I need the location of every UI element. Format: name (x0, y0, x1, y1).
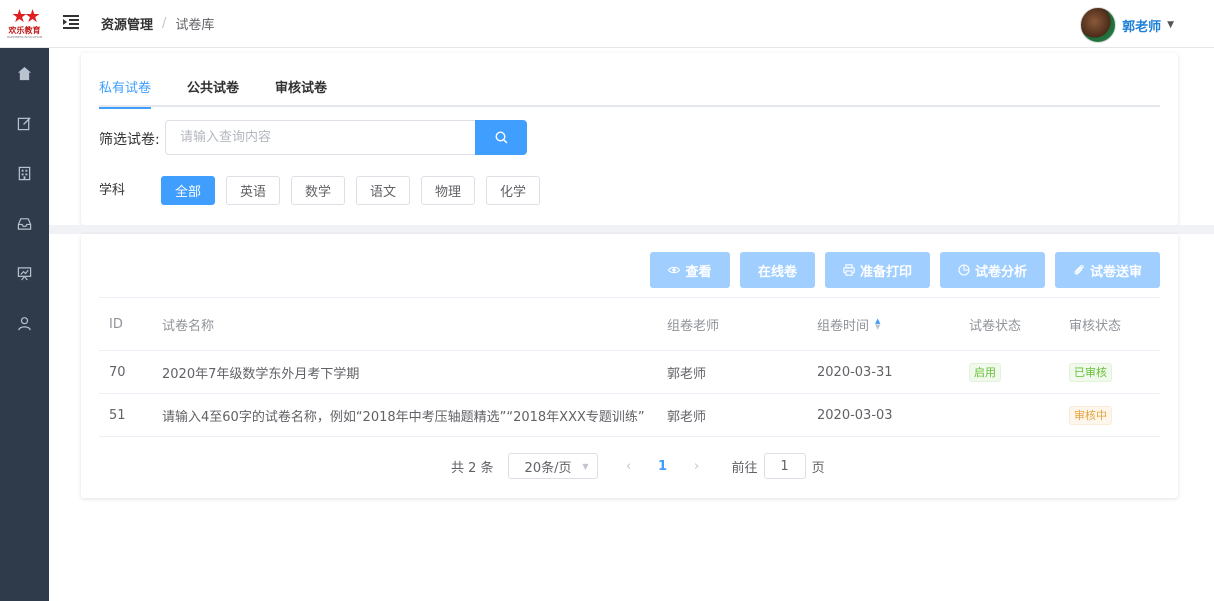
edit-icon (17, 116, 31, 130)
presentation-icon (17, 266, 32, 280)
logo-mark-icon: ★★ (11, 6, 40, 27)
submit-review-button[interactable]: 试卷送审 (1055, 252, 1160, 288)
sidebar-item-edit[interactable] (0, 98, 49, 148)
next-page-button[interactable]: › (682, 459, 712, 474)
sidebar-item-user[interactable] (0, 298, 49, 348)
column-header-id: ID (109, 316, 123, 332)
page-size-value: 20条/页 (524, 460, 572, 476)
chevron-down-icon: ▼ (582, 461, 589, 471)
online-exam-button-label: 在线卷 (757, 264, 797, 280)
goto-page-input[interactable] (763, 453, 806, 479)
top-bar: ★★ 欢乐教育 HAPPINESS EDUCATION 资源管理 / 试卷库 郭… (0, 0, 1214, 48)
column-header-teacher: 组卷老师 (667, 318, 720, 334)
page-size-select[interactable]: 20条/页 ▼ (507, 453, 598, 479)
user-menu[interactable]: 郭老师 ▼ (1080, 7, 1174, 43)
home-icon (17, 66, 32, 80)
print-button[interactable]: 准备打印 (825, 252, 930, 288)
row-review: 已审核 (1069, 351, 1112, 393)
building-icon (18, 166, 31, 180)
logo[interactable]: ★★ 欢乐教育 HAPPINESS EDUCATION (0, 0, 49, 48)
subject-chip-english[interactable]: 英语 (226, 176, 280, 205)
column-header-name: 试卷名称 (162, 318, 215, 334)
goto-label: 前往 (731, 460, 758, 476)
row-time: 2020-03-31 (817, 364, 893, 380)
table-header-row: ID 试卷名称 组卷老师 组卷时间 ▲ ▼ 试卷状态 审核状态 (99, 297, 1160, 351)
row-review: 审核中 (1069, 394, 1112, 436)
pie-chart-icon (958, 264, 970, 276)
tab-private-exams[interactable]: 私有试卷 (99, 81, 152, 109)
view-button-label: 查看 (685, 264, 712, 280)
row-status: 启用 (969, 351, 1001, 393)
sort-icon[interactable]: ▲ ▼ (875, 318, 880, 331)
sidebar-item-building[interactable] (0, 148, 49, 198)
page-number-button[interactable]: 1 (648, 459, 678, 474)
row-teacher: 郭老师 (667, 366, 707, 382)
table-row[interactable]: 70 2020年7年级数学东外月考下学期 郭老师 2020-03-31 启用 已… (99, 351, 1160, 394)
exam-table: ID 试卷名称 组卷老师 组卷时间 ▲ ▼ 试卷状态 审核状态 70 2020年7… (99, 297, 1160, 437)
row-id: 70 (109, 364, 126, 380)
column-header-status: 试卷状态 (969, 318, 1022, 334)
user-name[interactable]: 郭老师 (1122, 16, 1161, 35)
subject-chip-chemistry[interactable]: 化学 (486, 176, 540, 205)
pagination-total: 共 2 条 (451, 460, 494, 476)
logo-text: 欢乐教育 (8, 26, 41, 35)
logo-subtext: HAPPINESS EDUCATION (6, 35, 43, 39)
status-badge: 启用 (969, 362, 1001, 382)
subject-chip-math[interactable]: 数学 (291, 176, 345, 205)
menu-toggle-icon[interactable] (63, 14, 83, 34)
filter-card: 私有试卷 公共试卷 审核试卷 筛选试卷: 学科 全部 英语 数学 语文 物理 化… (81, 53, 1178, 225)
table-row[interactable]: 51 请输入4至60字的试卷名称，例如“2018年中考压轴题精选”“2018年X… (99, 394, 1160, 437)
review-badge: 已审核 (1069, 362, 1112, 382)
subject-chip-all[interactable]: 全部 (161, 176, 215, 205)
content-gap (49, 225, 1214, 234)
caret-down-icon[interactable]: ▼ (1167, 20, 1174, 30)
online-exam-button[interactable]: 在线卷 (740, 252, 815, 288)
exam-analysis-button-label: 试卷分析 (974, 264, 1027, 280)
sidebar-item-presentation[interactable] (0, 248, 49, 298)
column-header-time[interactable]: 组卷时间 ▲ ▼ (817, 298, 880, 350)
subject-chip-physics[interactable]: 物理 (421, 176, 475, 205)
printer-icon (843, 264, 855, 276)
subject-label: 学科 (99, 183, 126, 198)
submit-review-button-label: 试卷送审 (1089, 264, 1142, 280)
review-badge: 审核中 (1069, 405, 1112, 425)
pagination: 共 2 条 20条/页 ▼ ‹ 1 › 前往 页 (451, 453, 825, 479)
exam-analysis-button[interactable]: 试卷分析 (940, 252, 1045, 288)
exam-tabs: 私有试卷 公共试卷 审核试卷 (99, 81, 1160, 109)
row-teacher: 郭老师 (667, 409, 707, 425)
column-header-review: 审核状态 (1069, 318, 1122, 334)
eye-icon (668, 266, 681, 274)
inbox-icon (17, 217, 32, 230)
row-id: 51 (109, 407, 126, 423)
search-icon (494, 131, 507, 144)
breadcrumb-separator: / (162, 16, 167, 31)
tab-public-exams[interactable]: 公共试卷 (187, 81, 239, 107)
row-time: 2020-03-03 (817, 407, 893, 423)
page-unit-label: 页 (811, 460, 825, 476)
row-name: 2020年7年级数学东外月考下学期 (162, 366, 360, 382)
avatar[interactable] (1080, 7, 1117, 43)
sidebar-item-inbox[interactable] (0, 198, 49, 248)
search-button[interactable] (475, 120, 527, 155)
breadcrumb-item-exam-library: 试卷库 (175, 18, 215, 33)
exam-table-card: 查看 在线卷 准备打印 试卷分析 试卷送审 ID 试卷名称 组卷老师 组卷时间 … (81, 234, 1178, 498)
print-button-label: 准备打印 (859, 264, 912, 280)
search-input[interactable] (165, 120, 476, 155)
sidebar-item-home[interactable] (0, 48, 49, 98)
sidebar (0, 48, 49, 601)
breadcrumb-item-resources[interactable]: 资源管理 (101, 14, 153, 33)
prev-page-button[interactable]: ‹ (614, 459, 644, 474)
subject-chip-chinese[interactable]: 语文 (356, 176, 410, 205)
user-icon (18, 316, 31, 330)
view-button[interactable]: 查看 (650, 252, 730, 288)
paperclip-icon (1074, 264, 1084, 275)
tab-review-exams[interactable]: 审核试卷 (275, 81, 327, 107)
column-header-time-label: 组卷时间 (817, 318, 870, 334)
filter-label: 筛选试卷: (99, 132, 160, 148)
row-name: 请输入4至60字的试卷名称，例如“2018年中考压轴题精选”“2018年XXX专… (162, 409, 645, 425)
breadcrumb: 资源管理 / 试卷库 (101, 14, 214, 33)
